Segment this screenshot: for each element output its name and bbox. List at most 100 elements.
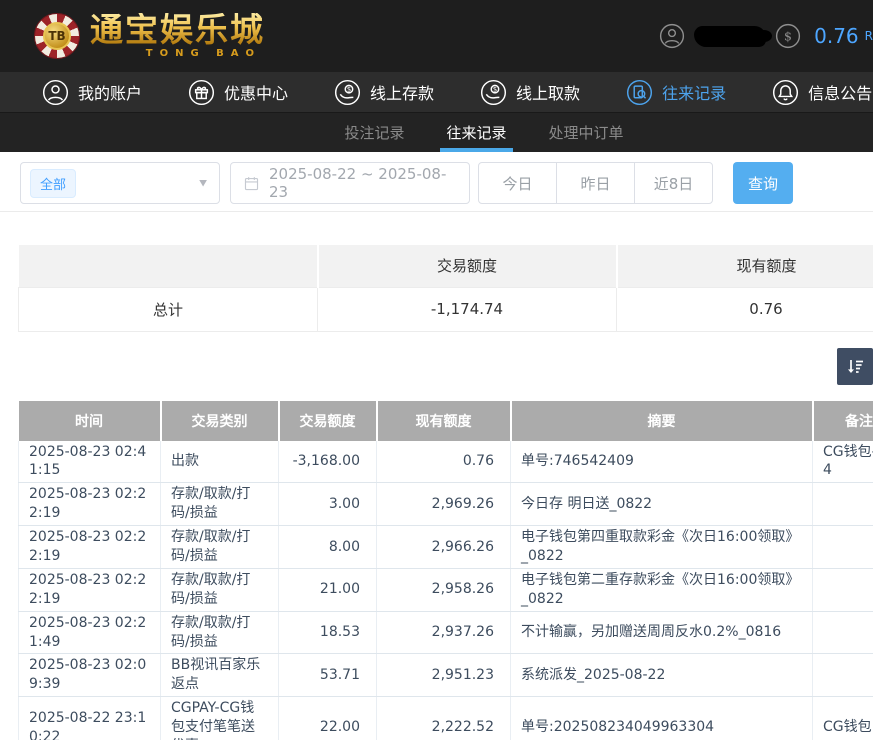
- column-header-amount: 交易额度: [279, 401, 377, 441]
- column-header-balance: 现有额度: [377, 401, 511, 441]
- column-header-remark: 备注: [813, 401, 873, 441]
- filter-bar: 全部 ▼ 2025-08-22 ~ 2025-08-23 今日昨日近8日 查询: [20, 162, 873, 204]
- summary-total-row: 总计 -1,174.74 0.76: [19, 287, 873, 331]
- quick-button-last8days[interactable]: 近8日: [634, 162, 713, 204]
- cell-time: 2025-08-23 02:41:15: [19, 441, 161, 483]
- summary-total-trade: -1,174.74: [318, 287, 617, 331]
- sort-descending-button[interactable]: [837, 348, 873, 385]
- chip-tb-monogram: TB: [43, 22, 71, 50]
- nav-item-promotions[interactable]: 优惠中心: [188, 79, 288, 106]
- cell-remark: [813, 654, 873, 697]
- quick-button-today[interactable]: 今日: [478, 162, 557, 204]
- nav-item-label: 信息公告: [808, 80, 872, 104]
- cell-time: 2025-08-23 02:09:39: [19, 654, 161, 697]
- cell-balance: 2,937.26: [377, 611, 511, 654]
- nav-item-deposit[interactable]: $线上存款: [334, 79, 434, 106]
- summary-header-balance: 现有额度: [617, 245, 873, 287]
- table-row: 2025-08-23 02:21:49存款/取款/打码/损益18.532,937…: [19, 611, 873, 654]
- cell-amount: -3,168.00: [279, 441, 377, 483]
- type-select-tag: 全部: [30, 169, 76, 198]
- casino-chip-icon: TB: [34, 13, 80, 59]
- cell-summary: 电子钱包第四重取款彩金《次日16:00领取》_0822: [511, 526, 813, 569]
- cell-type: 存款/取款/打码/损益: [161, 526, 279, 569]
- tab-pending-orders[interactable]: 处理中订单: [543, 113, 630, 152]
- summary-header-row: 交易额度 现有额度: [19, 245, 873, 287]
- tab-transaction-records[interactable]: 往来记录: [440, 113, 512, 152]
- cell-time: 2025-08-23 02:21:49: [19, 611, 161, 654]
- user-avatar-icon[interactable]: [659, 23, 685, 49]
- cell-time: 2025-08-23 02:22:19: [19, 568, 161, 611]
- date-range-value: 2025-08-22 ~ 2025-08-23: [269, 165, 457, 201]
- nav-item-withdraw[interactable]: $ 线上取款: [480, 79, 580, 106]
- summary-total-balance: 0.76: [617, 287, 873, 331]
- cell-summary: 不计输赢，另加赠送周周反水0.2%_0816: [511, 611, 813, 654]
- cell-balance: 2,222.52: [377, 697, 511, 740]
- cell-remark: CG钱包: [813, 697, 873, 740]
- logo-subtitle: TONG BAO: [90, 48, 265, 59]
- nav-item-label: 线上取款: [516, 80, 580, 104]
- nav-item-my-account[interactable]: 我的账户: [42, 79, 142, 106]
- bell-icon: [772, 79, 799, 106]
- summary-table: 交易额度 现有额度 总计 -1,174.74 0.76: [18, 245, 873, 332]
- svg-text:$: $: [347, 85, 351, 93]
- filter-divider: [0, 211, 873, 212]
- cell-amount: 3.00: [279, 483, 377, 526]
- sort-descending-icon: [843, 355, 867, 379]
- username-redacted[interactable]: [694, 26, 766, 47]
- tab-bet-records[interactable]: 投注记录: [338, 113, 410, 152]
- table-row: 2025-08-23 02:22:19存款/取款/打码/损益8.002,966.…: [19, 526, 873, 569]
- cell-summary: 单号:746542409: [511, 441, 813, 483]
- account-area: $ 0.76 R: [659, 23, 873, 49]
- logo[interactable]: TB 通宝娱乐城 TONG BAO: [34, 13, 265, 59]
- cell-balance: 2,951.23: [377, 654, 511, 697]
- cell-remark: [813, 483, 873, 526]
- cell-balance: 2,969.26: [377, 483, 511, 526]
- table-body: 2025-08-23 02:41:15出款-3,168.000.76单号:746…: [19, 441, 873, 740]
- calendar-icon: [243, 175, 260, 192]
- summary-total-label: 总计: [19, 287, 318, 331]
- cell-type: CGPAY-CG钱包支付笔笔送优惠: [161, 697, 279, 740]
- records-icon: [626, 79, 653, 106]
- column-header-time: 时间: [19, 401, 161, 441]
- cell-amount: 21.00: [279, 568, 377, 611]
- quick-date-buttons: 今日昨日近8日: [478, 162, 713, 204]
- cell-amount: 22.00: [279, 697, 377, 740]
- main-nav: 我的账户优惠中心$线上存款$线上取款往来记录信息公告: [0, 72, 873, 112]
- user-icon: [42, 79, 69, 106]
- table-row: 2025-08-22 23:10:22CGPAY-CG钱包支付笔笔送优惠22.0…: [19, 697, 873, 740]
- table-row: 2025-08-23 02:22:19存款/取款/打码/损益3.002,969.…: [19, 483, 873, 526]
- nav-item-records[interactable]: 往来记录: [626, 79, 726, 106]
- balance-dollar-icon: $: [775, 23, 801, 49]
- table-row: 2025-08-23 02:41:15出款-3,168.000.76单号:746…: [19, 441, 873, 483]
- nav-item-announcements[interactable]: 信息公告: [772, 79, 872, 106]
- cell-time: 2025-08-22 23:10:22: [19, 697, 161, 740]
- chevron-down-icon: ▼: [199, 178, 207, 187]
- table-row: 2025-08-23 02:22:19存款/取款/打码/损益21.002,958…: [19, 568, 873, 611]
- logo-title: 通宝娱乐城: [90, 13, 265, 46]
- cell-amount: 18.53: [279, 611, 377, 654]
- svg-text:$: $: [493, 85, 497, 93]
- cell-summary: 电子钱包第二重存款彩金《次日16:00领取》_0822: [511, 568, 813, 611]
- table-row: 2025-08-23 02:09:39BB视讯百家乐返点53.712,951.2…: [19, 654, 873, 697]
- logo-text: 通宝娱乐城 TONG BAO: [90, 13, 265, 59]
- transactions-table: 时间交易类别交易额度现有额度摘要备注 2025-08-23 02:41:15出款…: [18, 401, 873, 740]
- deposit-icon: $: [334, 79, 361, 106]
- top-header: TB 通宝娱乐城 TONG BAO $ 0.76 R: [0, 0, 873, 72]
- cell-type: 存款/取款/打码/损益: [161, 483, 279, 526]
- cell-remark: [813, 611, 873, 654]
- quick-button-yesterday[interactable]: 昨日: [556, 162, 635, 204]
- nav-item-label: 我的账户: [78, 80, 142, 104]
- date-range-input[interactable]: 2025-08-22 ~ 2025-08-23: [230, 162, 470, 204]
- cell-amount: 8.00: [279, 526, 377, 569]
- summary-header-trade: 交易额度: [318, 245, 617, 287]
- query-button[interactable]: 查询: [733, 162, 793, 204]
- withdraw-icon: $: [480, 79, 507, 106]
- cell-balance: 2,958.26: [377, 568, 511, 611]
- gift-icon: [188, 79, 215, 106]
- balance-amount: 0.76: [814, 24, 859, 48]
- cell-type: 存款/取款/打码/损益: [161, 568, 279, 611]
- column-header-summary: 摘要: [511, 401, 813, 441]
- nav-item-label: 优惠中心: [224, 80, 288, 104]
- type-select[interactable]: 全部 ▼: [20, 162, 220, 204]
- svg-text:$: $: [784, 29, 792, 44]
